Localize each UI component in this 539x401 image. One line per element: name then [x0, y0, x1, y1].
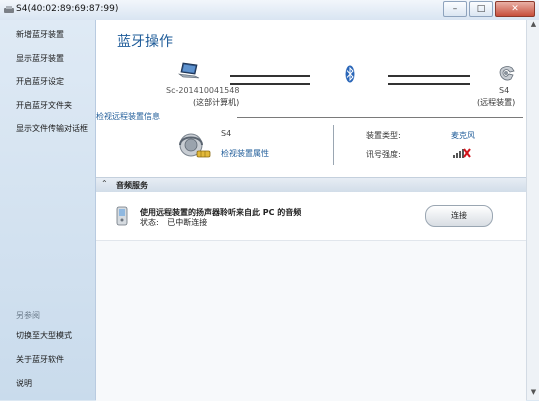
device-type-label: 装置类型:: [366, 131, 401, 140]
sidebar: 新增蓝牙装置 显示蓝牙装置 开启蓝牙设定 开启蓝牙文件夹 显示文件传输对话框 另…: [0, 20, 96, 400]
computer-name: Sc-201410041548: [166, 86, 240, 95]
connect-button[interactable]: 连接: [425, 205, 493, 227]
sidebar-item-file-transfer[interactable]: 显示文件传输对话框: [16, 123, 88, 134]
service-row: 使用远程装置的扬声器聆听来自此 PC 的音频 状态: 已中断连接 连接: [96, 192, 526, 240]
see-also-heading: 另参阅: [16, 311, 40, 320]
main-panel: 蓝牙操作 Sc-201410041548 (这部计算机) S4 (远程装置) 检…: [96, 20, 526, 401]
maximize-button[interactable]: □: [469, 1, 493, 17]
connection-line-right-top: [388, 75, 470, 77]
section-title: 音频服务: [116, 181, 148, 190]
empty-area: [96, 240, 526, 401]
scroll-up-icon[interactable]: ▲: [527, 20, 539, 32]
window-title: S4(40:02:89:69:87:99): [16, 4, 119, 14]
detail-device-name: S4: [221, 129, 232, 138]
connection-line-right-bottom: [388, 83, 470, 85]
phone-icon: [499, 66, 515, 81]
laptop-icon: [178, 62, 200, 79]
detail-divider: [333, 125, 334, 165]
chevron-up-icon[interactable]: ⌃: [101, 179, 108, 188]
connection-line-left-top: [230, 75, 310, 77]
sidebar-item-open-folder[interactable]: 开启蓝牙文件夹: [16, 100, 72, 111]
vertical-scrollbar[interactable]: ▲ ▼: [526, 20, 539, 400]
connection-line-left-bottom: [230, 83, 310, 85]
sidebar-item-about[interactable]: 关于蓝牙软件: [16, 354, 64, 365]
audio-services-section[interactable]: ⌃ 音频服务: [96, 177, 526, 193]
mobile-icon: [116, 206, 128, 226]
scroll-down-icon[interactable]: ▼: [527, 388, 539, 400]
view-remote-info-link[interactable]: 检视远程装置信息: [96, 111, 160, 122]
sidebar-item-open-settings[interactable]: 开启蓝牙设定: [16, 76, 64, 87]
minimize-button[interactable]: –: [443, 1, 467, 17]
device-name: S4: [499, 86, 510, 95]
computer-label: (这部计算机): [193, 98, 240, 107]
service-status: 状态: 已中断连接: [140, 217, 207, 228]
signal-strength-label: 讯号强度:: [366, 150, 401, 159]
page-title: 蓝牙操作: [117, 34, 173, 50]
service-status-value: 已中断连接: [167, 218, 208, 227]
signal-icon: [453, 148, 471, 158]
sidebar-item-help[interactable]: 说明: [16, 378, 32, 389]
sidebar-item-show-devices[interactable]: 显示蓝牙装置: [16, 53, 64, 64]
device-type-value: 麦克风: [451, 131, 475, 140]
bluetooth-icon: [345, 65, 355, 83]
view-device-properties-link[interactable]: 检视装置属性: [221, 148, 269, 159]
close-button[interactable]: ✕: [495, 1, 535, 17]
headset-icon: [179, 133, 211, 158]
service-status-label: 状态:: [140, 218, 159, 227]
app-icon: [4, 6, 14, 13]
info-divider: [237, 117, 523, 118]
sidebar-item-add-device[interactable]: 新增蓝牙装置: [16, 29, 64, 40]
title-bar: S4(40:02:89:69:87:99) – □ ✕: [0, 0, 539, 21]
sidebar-item-large-mode[interactable]: 切换至大型模式: [16, 330, 72, 341]
device-label: (远程装置): [477, 98, 516, 107]
